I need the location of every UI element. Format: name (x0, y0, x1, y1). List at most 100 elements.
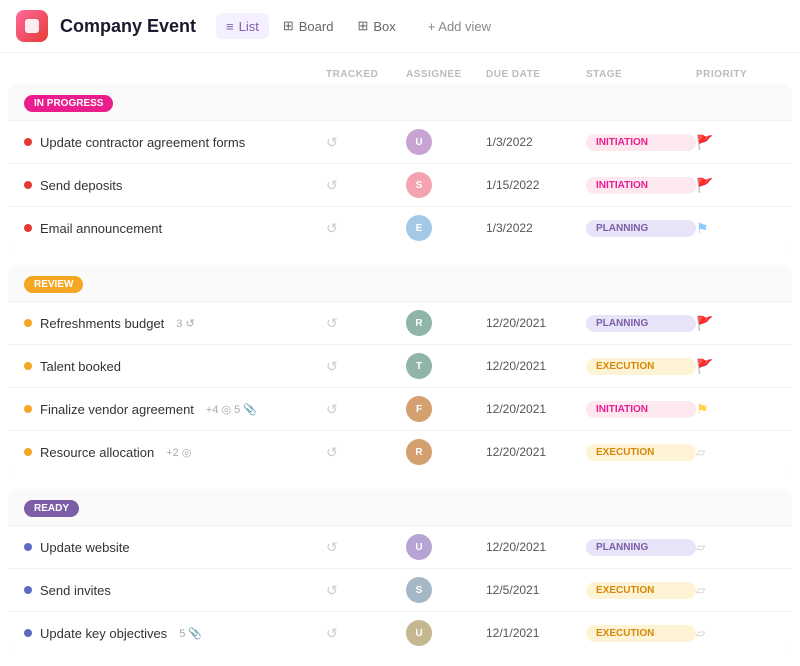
stage-badge: INITIATION (586, 134, 696, 151)
stage-badge: PLANNING (586, 315, 696, 332)
tracked-icon: ↺ (326, 625, 406, 642)
stage-badge: EXECUTION (586, 625, 696, 642)
priority-icon: ▱ (696, 626, 776, 640)
due-date: 1/3/2022 (486, 135, 586, 149)
tracked-icon: ↺ (326, 220, 406, 237)
stage-badge: PLANNING (586, 220, 696, 237)
table-row: Talent booked ↺ T 12/20/2021 EXECUTION 🚩 (8, 344, 792, 387)
task-dot (24, 405, 32, 413)
priority-icon: 🚩 (696, 315, 776, 332)
due-date: 12/20/2021 (486, 402, 586, 416)
tasks-review: Refreshments budget 3 ↺ ↺ R 12/20/2021 P… (8, 301, 792, 473)
badge-review: REVIEW (24, 276, 83, 293)
table-row: Email announcement ↺ E 1/3/2022 PLANNING… (8, 206, 792, 249)
tracked-icon: ↺ (326, 177, 406, 194)
stage-badge: EXECUTION (586, 582, 696, 599)
task-dot (24, 448, 32, 456)
tracked-icon: ↺ (326, 401, 406, 418)
task-name: Talent booked (24, 359, 326, 374)
due-date: 12/20/2021 (486, 316, 586, 330)
task-name: Refreshments budget 3 ↺ (24, 316, 326, 331)
stage-badge: INITIATION (586, 177, 696, 194)
task-name: Finalize vendor agreement +4 ◎ 5 📎 (24, 402, 326, 417)
assignee-avatar: S (406, 172, 432, 198)
table-row: Resource allocation +2 ◎ ↺ R 12/20/2021 … (8, 430, 792, 473)
nav-tabs: ≡ List ⊞ Board ⊞ Box (216, 13, 406, 39)
task-dot (24, 543, 32, 551)
assignee-avatar: U (406, 620, 432, 646)
col-tracked: TRACKED (326, 69, 406, 80)
task-name: Update key objectives 5 📎 (24, 626, 326, 641)
task-name: Email announcement (24, 221, 326, 236)
section-review: REVIEW Refreshments budget 3 ↺ ↺ R 12/20… (8, 265, 792, 473)
box-icon: ⊞ (357, 18, 368, 34)
table-row: Update contractor agreement forms ↺ U 1/… (8, 120, 792, 163)
task-dot (24, 138, 32, 146)
content: TRACKED ASSIGNEE DUE DATE STAGE PRIORITY… (0, 53, 800, 666)
assignee-avatar: S (406, 577, 432, 603)
task-dot (24, 224, 32, 232)
add-view-button[interactable]: + Add view (418, 14, 501, 39)
assignee-avatar: U (406, 129, 432, 155)
tasks-ready: Update website ↺ U 12/20/2021 PLANNING ▱… (8, 525, 792, 654)
task-dot (24, 586, 32, 594)
assignee-avatar: U (406, 534, 432, 560)
table-row: Update website ↺ U 12/20/2021 PLANNING ▱ (8, 525, 792, 568)
tracked-icon: ↺ (326, 539, 406, 556)
page-title: Company Event (60, 16, 196, 37)
task-name: Send invites (24, 583, 326, 598)
tracked-icon: ↺ (326, 444, 406, 461)
task-dot (24, 181, 32, 189)
priority-icon: ▱ (696, 583, 776, 597)
tasks-in-progress: Update contractor agreement forms ↺ U 1/… (8, 120, 792, 249)
section-ready: READY Update website ↺ U 12/20/2021 PLAN… (8, 489, 792, 654)
stage-badge: INITIATION (586, 401, 696, 418)
due-date: 12/1/2021 (486, 626, 586, 640)
priority-icon: 🚩 (696, 134, 776, 151)
stage-badge: PLANNING (586, 539, 696, 556)
tracked-icon: ↺ (326, 315, 406, 332)
assignee-avatar: T (406, 353, 432, 379)
priority-icon: 🚩 (696, 177, 776, 194)
task-meta: +2 ◎ (166, 446, 191, 459)
assignee-avatar: R (406, 439, 432, 465)
tab-list[interactable]: ≡ List (216, 13, 269, 39)
task-name: Update contractor agreement forms (24, 135, 326, 150)
tracked-icon: ↺ (326, 582, 406, 599)
app-icon (16, 10, 48, 42)
task-meta: 3 ↺ (176, 317, 194, 330)
priority-icon: ▱ (696, 445, 776, 459)
tab-board[interactable]: ⊞ Board (273, 13, 344, 39)
due-date: 1/15/2022 (486, 178, 586, 192)
tracked-icon: ↺ (326, 134, 406, 151)
stage-badge: EXECUTION (586, 358, 696, 375)
board-icon: ⊞ (283, 18, 294, 34)
assignee-avatar: F (406, 396, 432, 422)
due-date: 12/20/2021 (486, 445, 586, 459)
due-date: 12/20/2021 (486, 540, 586, 554)
badge-ready: READY (24, 500, 79, 517)
table-row: Refreshments budget 3 ↺ ↺ R 12/20/2021 P… (8, 301, 792, 344)
assignee-avatar: E (406, 215, 432, 241)
due-date: 1/3/2022 (486, 221, 586, 235)
table-row: Send deposits ↺ S 1/15/2022 INITIATION 🚩 (8, 163, 792, 206)
list-icon: ≡ (226, 19, 234, 34)
col-stage: STAGE (586, 69, 696, 80)
section-in-progress: IN PROGRESS Update contractor agreement … (8, 84, 792, 249)
header: Company Event ≡ List ⊞ Board ⊞ Box + Add… (0, 0, 800, 53)
priority-icon: 🚩 (696, 358, 776, 375)
table-row: Finalize vendor agreement +4 ◎ 5 📎 ↺ F 1… (8, 387, 792, 430)
priority-icon: ▱ (696, 540, 776, 554)
tracked-icon: ↺ (326, 358, 406, 375)
task-name: Send deposits (24, 178, 326, 193)
task-meta: +4 ◎ 5 📎 (206, 403, 257, 416)
table-row: Update key objectives 5 📎 ↺ U 12/1/2021 … (8, 611, 792, 654)
task-dot (24, 362, 32, 370)
col-priority: PRIORITY (696, 69, 776, 80)
assignee-avatar: R (406, 310, 432, 336)
task-name: Resource allocation +2 ◎ (24, 445, 326, 460)
priority-icon: ⚑ (696, 220, 776, 237)
badge-in-progress: IN PROGRESS (24, 95, 113, 112)
tab-box[interactable]: ⊞ Box (347, 13, 405, 39)
table-header: TRACKED ASSIGNEE DUE DATE STAGE PRIORITY (8, 65, 792, 84)
